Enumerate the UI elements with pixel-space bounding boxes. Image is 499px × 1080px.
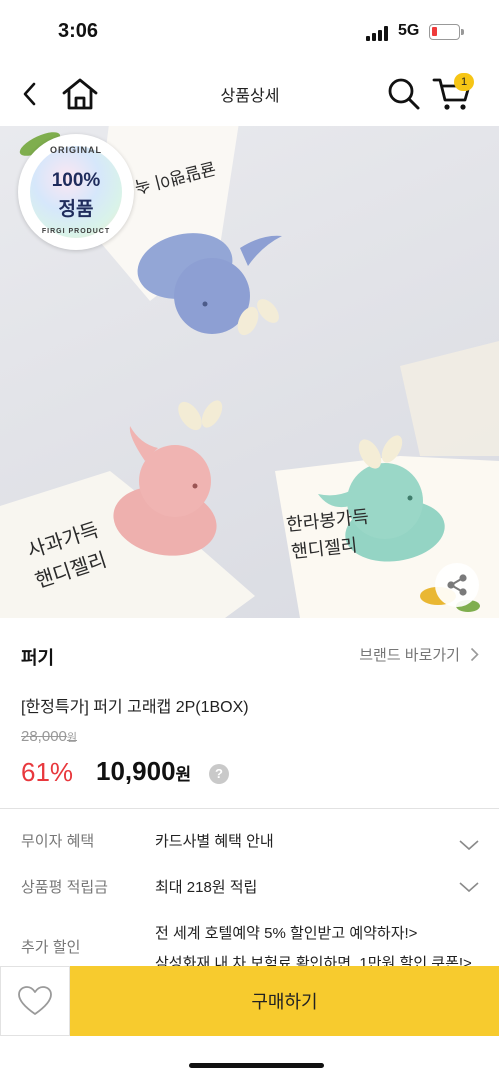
benefit-row-extra-discount: 추가 할인 전 세계 호텔예약 5% 할인받고 예약하자!> 삼성화재 내 차 … xyxy=(0,920,499,966)
cart-count-badge: 1 xyxy=(454,73,474,91)
page-title: 상품상세 xyxy=(220,88,280,105)
brand-row: 퍼기 브랜드 바로가기 xyxy=(0,622,499,688)
badge-bottom-text: FIRGI PRODUCT xyxy=(41,228,111,235)
benefit-label: 상품평 적립금 xyxy=(21,879,108,896)
benefit-label: 추가 할인 xyxy=(21,939,81,956)
back-button[interactable] xyxy=(6,70,54,118)
sale-price-currency: 원 xyxy=(175,765,192,784)
badge-percent: 100% xyxy=(51,170,101,191)
share-button[interactable] xyxy=(435,563,479,607)
brand-link[interactable]: 브랜드 바로가기 xyxy=(359,644,479,665)
sale-price-value: 10,900 xyxy=(96,756,176,786)
heart-icon xyxy=(18,986,52,1015)
battery-icon xyxy=(429,24,464,40)
benefit-row-interest-free[interactable]: 무이자 혜택 카드사별 혜택 안내 xyxy=(0,826,499,866)
network-label: 5G xyxy=(398,22,420,39)
benefit-value: 카드사별 혜택 안내 xyxy=(155,833,274,850)
home-icon xyxy=(62,78,98,110)
buy-button[interactable]: 구매하기 xyxy=(70,966,499,1036)
chevron-right-icon xyxy=(470,647,479,662)
brand-name: 퍼기 xyxy=(21,648,55,668)
discount-rate: 61% xyxy=(21,757,74,787)
chevron-left-icon xyxy=(23,82,36,106)
share-icon xyxy=(447,574,467,596)
benefit-promo-insurance[interactable]: 삼성화재 내 차 보험료 확인하면, 1만원 할인 쿠폰!> xyxy=(155,952,472,966)
status-time: 3:06 xyxy=(58,20,99,42)
benefit-promo-hotel[interactable]: 전 세계 호텔예약 5% 할인받고 예약하자!> xyxy=(155,922,417,943)
benefit-value: 최대 218원 적립 xyxy=(155,879,258,896)
badge-main-text: 정품 xyxy=(58,199,94,220)
original-price-value: 28,000 xyxy=(21,728,67,745)
home-indicator xyxy=(189,1063,324,1068)
signal-icon xyxy=(366,26,390,41)
original-price: 28,000원 xyxy=(21,728,77,745)
chevron-down-icon xyxy=(459,882,479,893)
wishlist-button[interactable] xyxy=(0,966,70,1036)
original-price-currency: 원 xyxy=(66,732,78,744)
original-product-badge: ORIGINAL 100% 정품 FIRGI PRODUCT xyxy=(18,134,134,250)
chevron-down-icon xyxy=(459,840,479,851)
sale-price: 10,900원 xyxy=(96,756,191,787)
brand-link-label: 브랜드 바로가기 xyxy=(359,647,460,664)
benefit-label: 무이자 혜택 xyxy=(21,833,95,850)
search-button[interactable] xyxy=(380,70,428,118)
status-bar: 3:06 5G xyxy=(0,0,499,62)
price-help-icon[interactable]: ? xyxy=(209,764,229,784)
benefit-row-review-points[interactable]: 상품평 적립금 최대 218원 적립 xyxy=(0,872,499,912)
badge-top-text: ORIGINAL xyxy=(50,145,102,155)
search-icon xyxy=(388,78,420,110)
divider xyxy=(0,808,499,809)
top-nav: 상품상세 xyxy=(0,62,499,126)
product-image[interactable]: 사과가득 핸디젤리 한라봉가득 핸디젤리 귤말랭이 속 ORIGINAL 100… xyxy=(0,126,499,618)
product-name: [한정특가] 퍼기 고래캡 2P(1BOX) xyxy=(21,699,249,716)
home-button[interactable] xyxy=(56,70,104,118)
